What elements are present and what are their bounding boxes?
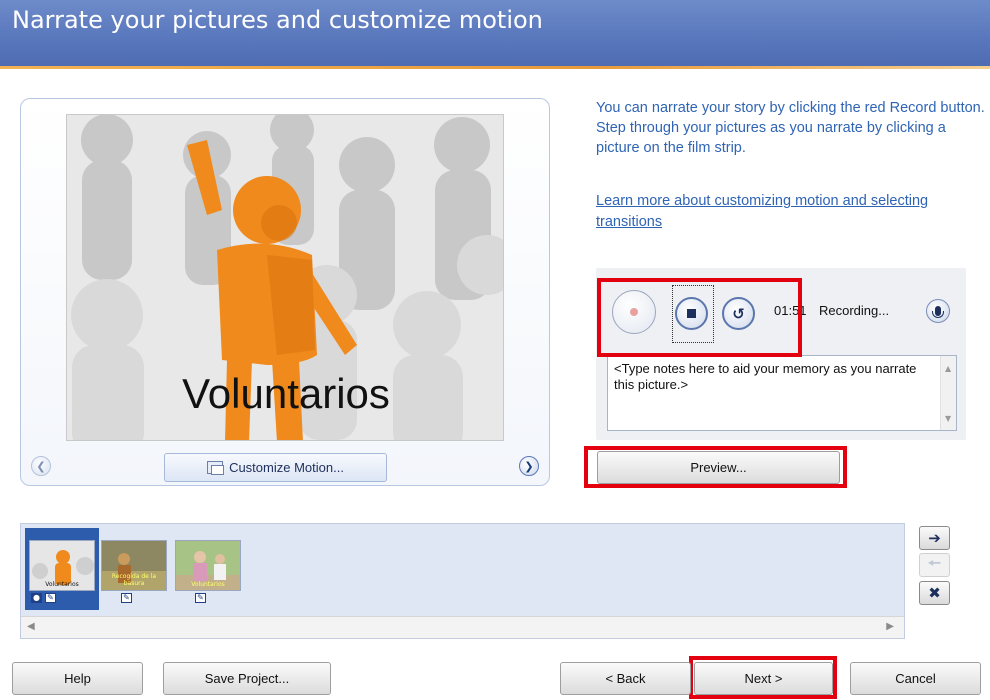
save-project-button[interactable]: Save Project...	[163, 662, 331, 695]
chevron-right-icon: ❯	[524, 459, 534, 473]
edit-icon[interactable]: ✎	[195, 593, 206, 603]
scroll-down-icon: ▼	[945, 414, 952, 423]
learn-more-link[interactable]: Learn more about customizing motion and …	[596, 191, 988, 233]
page-title: Narrate your pictures and customize moti…	[12, 6, 543, 34]
thumbnail-caption: Voluntarios	[191, 581, 225, 588]
scroll-up-icon: ▲	[945, 364, 952, 373]
film-strip-thumbnail[interactable]: Voluntarios	[29, 540, 95, 591]
narration-notes-field[interactable]: <Type notes here to aid your memory as y…	[607, 355, 957, 431]
help-button[interactable]: Help	[12, 662, 143, 695]
wizard-header: Narrate your pictures and customize moti…	[0, 0, 990, 66]
edit-icon[interactable]: ✎	[121, 593, 132, 603]
edit-icon[interactable]: ✎	[45, 593, 56, 603]
film-strip-thumbnail[interactable]: Voluntarios	[175, 540, 241, 591]
highlight-recording-controls	[597, 278, 802, 357]
next-button[interactable]: Next >	[694, 662, 833, 695]
picture-preview-panel: Voluntarios ❮ Customize Motion... ❯	[20, 98, 550, 486]
film-strip-scrollbar[interactable]: ◀ ▶	[21, 616, 904, 638]
arrow-left-icon: 🠔	[927, 553, 942, 572]
thumbnail-caption: Recogida de la basura	[111, 573, 157, 587]
narration-icon: ●	[31, 593, 42, 603]
header-accent-line	[0, 66, 990, 69]
previous-picture-button[interactable]: ❮	[31, 456, 51, 476]
thumbnail-status-icons: ✎	[121, 593, 132, 605]
move-picture-left-button[interactable]: 🠔	[919, 553, 950, 577]
film-strip: Voluntarios ● ✎ Recogida de la basura ✎ …	[20, 523, 905, 639]
scroll-right-icon: ▶	[886, 621, 894, 632]
notes-placeholder: <Type notes here to aid your memory as y…	[614, 361, 917, 392]
thumbnail-status-icons: ● ✎	[31, 593, 56, 605]
back-button[interactable]: < Back	[560, 662, 691, 695]
customize-motion-label: Customize Motion...	[229, 460, 344, 475]
microphone-settings-button[interactable]	[926, 299, 950, 323]
thumbnail-status-icons: ✎	[195, 593, 206, 605]
recording-status: Recording...	[819, 303, 890, 318]
customize-motion-icon	[207, 461, 225, 475]
move-picture-right-button[interactable]: ➔	[919, 526, 950, 550]
arrow-right-icon: ➔	[928, 529, 941, 547]
delete-icon: ✖	[928, 584, 941, 602]
chevron-left-icon: ❮	[36, 459, 46, 473]
highlight-preview-button	[584, 446, 847, 488]
thumbnail-caption: Voluntarios	[45, 581, 79, 588]
film-strip-thumbnail[interactable]: Recogida de la basura	[101, 540, 167, 591]
notes-scrollbar[interactable]: ▲ ▼	[940, 356, 956, 430]
current-slide-preview: Voluntarios	[66, 114, 504, 441]
cancel-button[interactable]: Cancel	[850, 662, 981, 695]
scroll-left-icon: ◀	[27, 621, 35, 632]
slide-caption: Voluntarios	[182, 370, 390, 417]
remove-picture-button[interactable]: ✖	[919, 581, 950, 605]
next-picture-button[interactable]: ❯	[519, 456, 539, 476]
microphone-icon	[932, 306, 944, 318]
narration-instructions: You can narrate your story by clicking t…	[596, 100, 985, 156]
customize-motion-button[interactable]: Customize Motion...	[164, 453, 387, 482]
